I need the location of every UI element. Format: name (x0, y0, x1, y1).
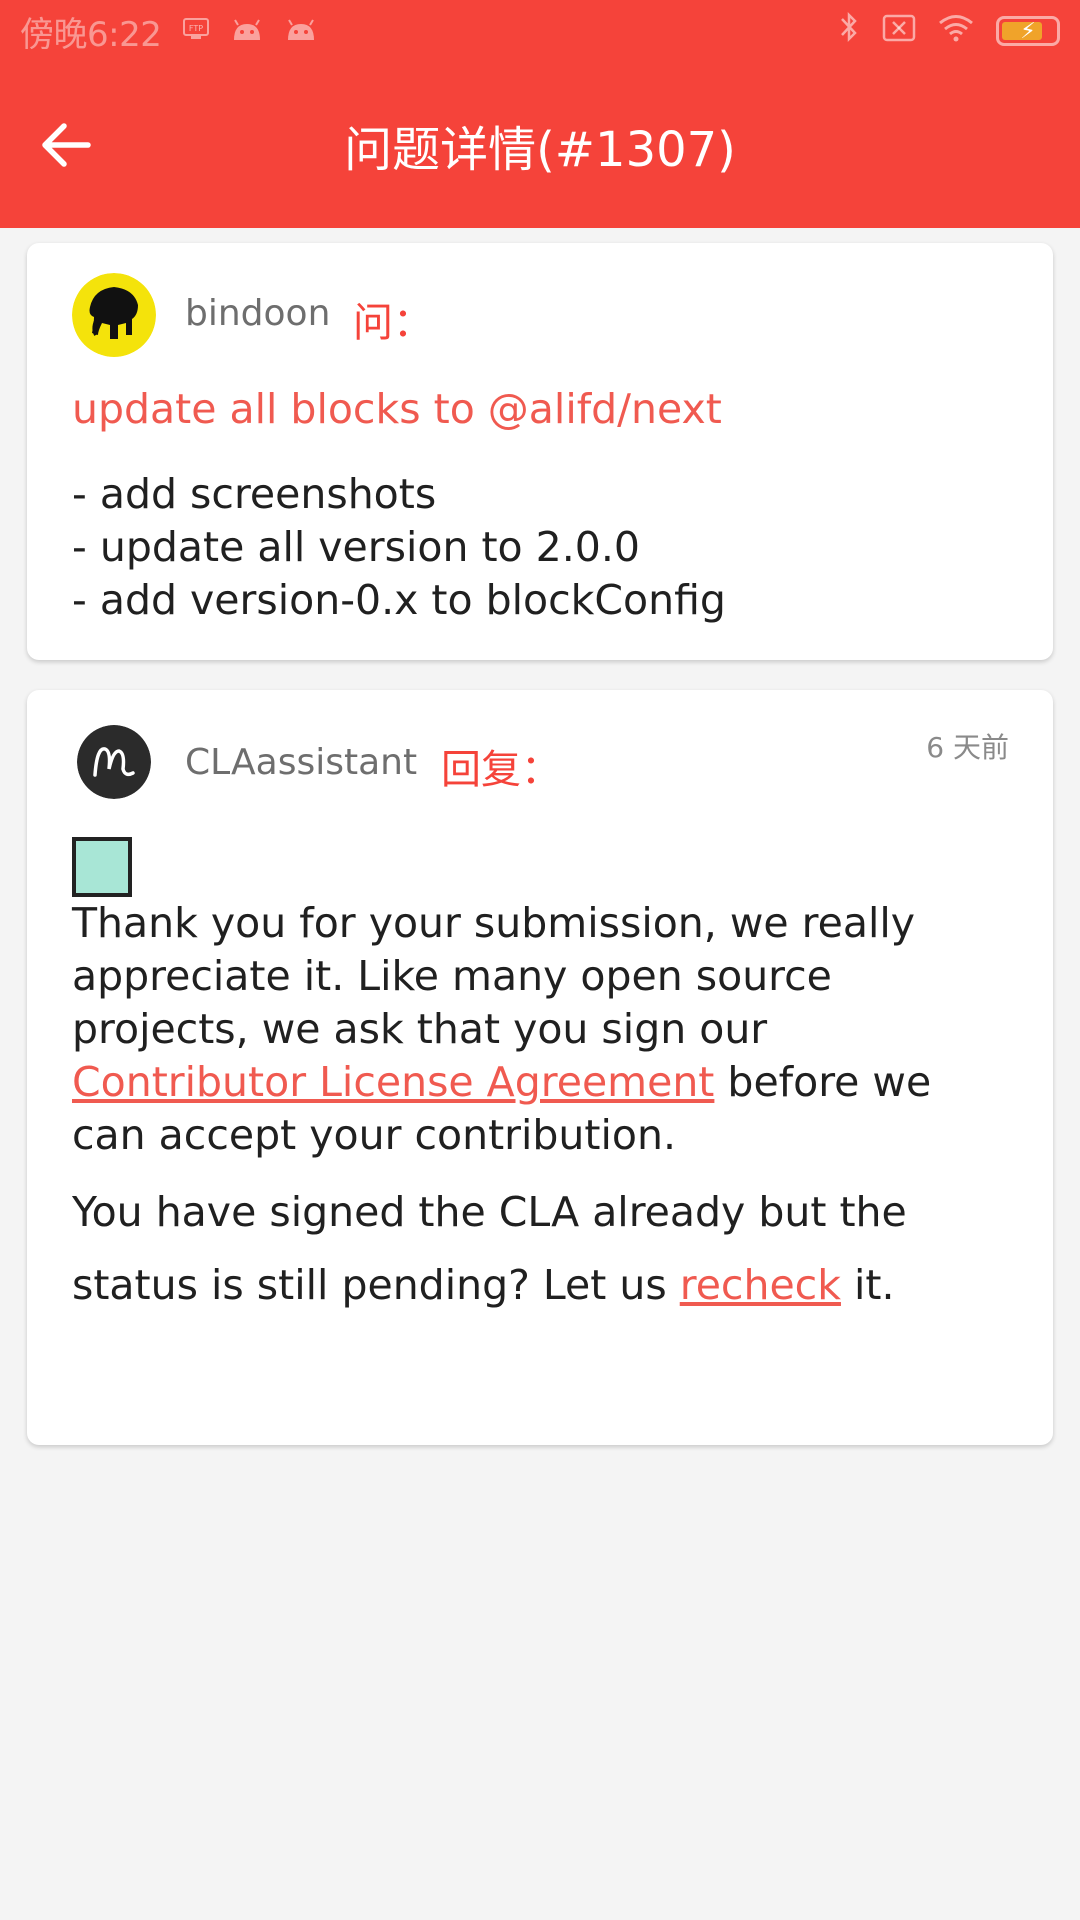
bluetooth-icon (838, 10, 860, 52)
issue-title: update all blocks to @alifd/next (72, 385, 722, 433)
issue-body-line: - add screenshots (72, 470, 437, 518)
reply-text: Thank you for your submission, we really… (72, 899, 916, 1053)
no-sim-icon (882, 12, 916, 50)
reply-text: it. (840, 1261, 895, 1309)
back-button[interactable] (30, 109, 102, 181)
reply-time: 6 天前 (926, 731, 1009, 764)
question-username[interactable]: bindoon (185, 293, 330, 334)
issue-body-line: - add version-0.x to blockConfig (72, 576, 726, 624)
cla-status-image (72, 837, 132, 897)
status-left: 傍晚6:22 FTP (20, 7, 317, 56)
status-right: ⚡ (838, 10, 1060, 52)
app-bar: 傍晚6:22 FTP ⚡ 问题详情(#1307) (0, 0, 1080, 228)
svg-text:FTP: FTP (189, 24, 203, 33)
question-role-label: 问： (353, 300, 433, 346)
android-icon (285, 11, 317, 51)
reply-card: CLAassistant 回复： 6 天前 Thank you for your… (27, 690, 1053, 1445)
issue-body-line: - update all version to 2.0.0 (72, 523, 640, 571)
status-time: 傍晚6:22 (20, 14, 162, 55)
reply-username[interactable]: CLAassistant (185, 742, 417, 783)
reply-role-label: 回复： (441, 747, 561, 793)
issue-body: - add screenshots - update all version t… (72, 468, 726, 627)
wifi-icon (938, 12, 974, 50)
battery-charging-icon: ⚡ (996, 16, 1060, 46)
cla-link[interactable]: Contributor License Agreement (72, 1058, 714, 1106)
reply-paragraph-1: Thank you for your submission, we really… (72, 897, 1002, 1162)
page-title: 问题详情(#1307) (344, 122, 736, 178)
status-bar: 傍晚6:22 FTP ⚡ (0, 0, 1080, 62)
avatar[interactable] (72, 273, 156, 357)
android-icon (231, 11, 263, 51)
ftp-icon: FTP (183, 15, 210, 48)
arrow-left-icon (42, 123, 91, 167)
question-card: bindoon 问： update all blocks to @alifd/n… (27, 243, 1053, 660)
reply-paragraph-2: You have signed the CLA already but the … (72, 1176, 1002, 1322)
recheck-link[interactable]: recheck (680, 1261, 841, 1309)
toolbar: 问题详情(#1307) (0, 62, 1080, 228)
avatar[interactable] (77, 725, 151, 799)
